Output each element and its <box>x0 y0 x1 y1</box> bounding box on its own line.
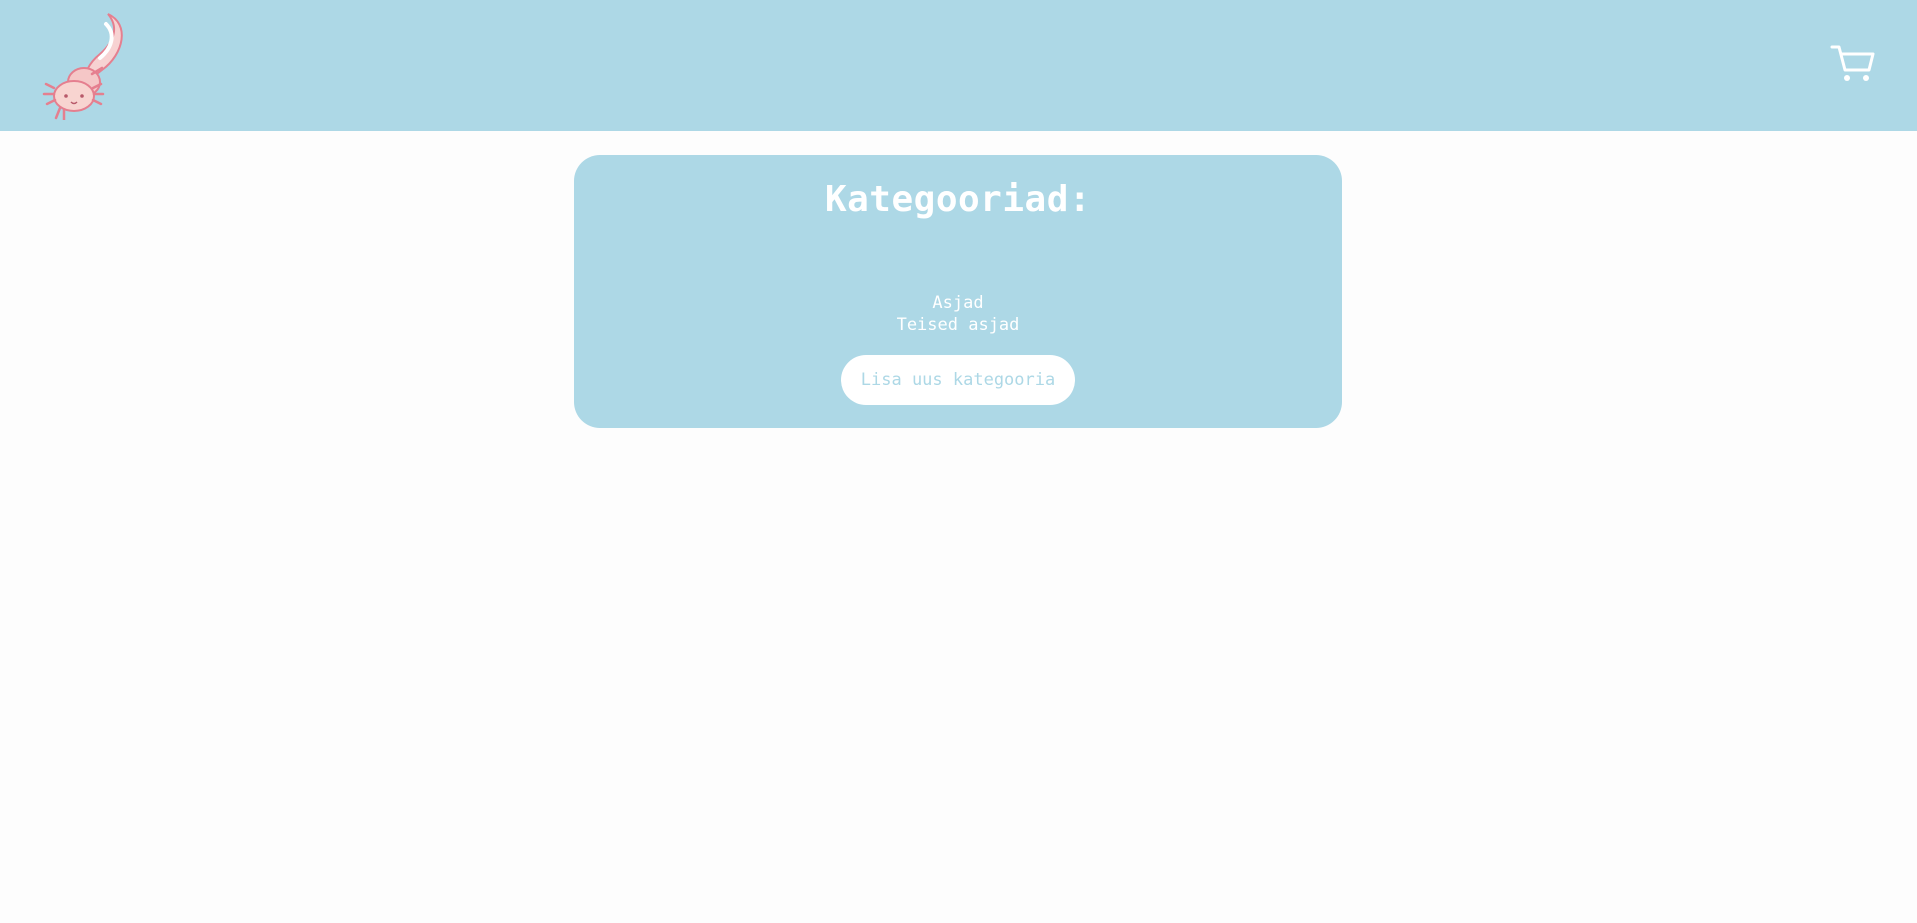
site-header <box>0 0 1917 131</box>
shopping-cart-icon[interactable] <box>1830 44 1876 84</box>
category-list: Asjad Teised asjad <box>574 292 1342 336</box>
category-item-asjad[interactable]: Asjad <box>574 292 1342 314</box>
axolotl-logo-icon[interactable] <box>38 10 128 120</box>
add-category-button[interactable]: Lisa uus kategooria <box>841 355 1075 405</box>
category-item-teised-asjad[interactable]: Teised asjad <box>574 314 1342 336</box>
categories-panel: Kategooriad: Asjad Teised asjad Lisa uus… <box>574 155 1342 428</box>
categories-title: Kategooriad: <box>824 179 1092 220</box>
